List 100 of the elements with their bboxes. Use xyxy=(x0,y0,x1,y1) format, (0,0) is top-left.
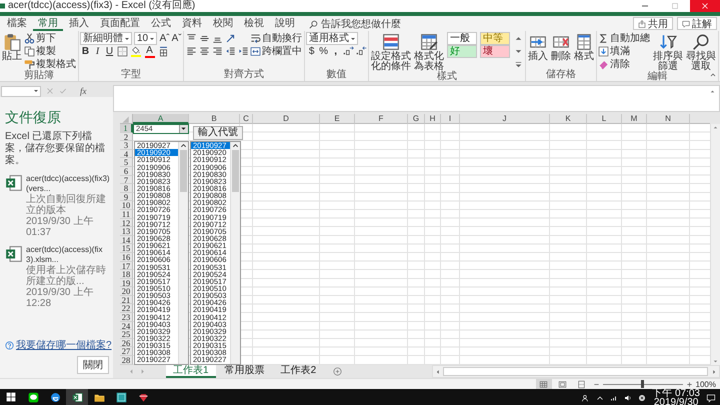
row-header[interactable]: 1 xyxy=(120,124,133,133)
ribbon-button[interactable]: 複製 xyxy=(24,45,57,58)
color-button[interactable]: A xyxy=(143,45,156,58)
row-header[interactable]: 5 xyxy=(120,158,133,167)
column-header[interactable]: H xyxy=(425,114,441,124)
help-link[interactable]: 我要儲存哪一個檔案? xyxy=(16,338,112,352)
scrollbar[interactable] xyxy=(178,142,188,364)
ribbon-button[interactable]: % xyxy=(318,46,330,58)
row-header[interactable]: 28 xyxy=(120,356,133,365)
scroll-right-icon[interactable] xyxy=(711,368,717,374)
ribbon-button[interactable]: 剪下 xyxy=(24,32,57,45)
row-header[interactable]: 20 xyxy=(120,287,133,296)
phonetic-guide-icon[interactable] xyxy=(158,46,168,57)
align-center-icon[interactable] xyxy=(198,46,210,57)
scroll-up-icon[interactable] xyxy=(232,142,239,150)
ribbon-tab[interactable]: 校閱 xyxy=(208,17,238,31)
ribbon-button[interactable]: 格式化為表格 xyxy=(413,32,446,72)
align-left-icon[interactable] xyxy=(186,46,197,57)
outdent-icon[interactable] xyxy=(224,46,236,57)
ribbon-button[interactable]: 填滿 xyxy=(598,45,632,58)
column-header[interactable]: N xyxy=(647,114,690,124)
column-header[interactable]: A xyxy=(133,114,189,124)
chevron-up-icon[interactable] xyxy=(596,394,604,402)
ribbon-button[interactable]: 清除 xyxy=(598,58,632,71)
row-header[interactable]: 23 xyxy=(120,313,133,322)
decrease-decimal-icon[interactable] xyxy=(356,46,367,57)
collapse-ribbon-icon[interactable] xyxy=(709,71,717,79)
cell-style[interactable]: 中等 xyxy=(480,32,510,45)
dropdown-field[interactable]: 10 xyxy=(134,32,158,45)
column-header[interactable]: I xyxy=(441,114,460,124)
column-header[interactable]: C xyxy=(240,114,253,124)
text-angle-icon[interactable] xyxy=(224,33,236,44)
ribbon-button[interactable]: I xyxy=(92,46,103,58)
border-icon[interactable] xyxy=(116,46,128,57)
notification-icon[interactable] xyxy=(706,393,716,403)
row-header[interactable]: 13 xyxy=(120,227,133,236)
column-header[interactable]: G xyxy=(408,114,425,124)
ribbon-button[interactable]: Aˆ xyxy=(159,32,170,44)
comments-button[interactable]: 註解 xyxy=(677,17,717,30)
vertical-scrollbar[interactable] xyxy=(710,124,720,365)
ribbon-tab[interactable]: 檔案 xyxy=(2,17,32,31)
ribbon-tab[interactable]: 插入 xyxy=(64,17,94,31)
scrollbar[interactable] xyxy=(230,142,240,364)
column-header[interactable]: L xyxy=(587,114,622,124)
scrollbar-thumb[interactable] xyxy=(443,367,708,376)
close-button[interactable]: 關閉 xyxy=(77,356,109,374)
cell-style[interactable]: 壞 xyxy=(480,45,510,58)
ribbon-button[interactable]: , xyxy=(330,46,342,58)
row-header[interactable]: 25 xyxy=(120,330,133,339)
ribbon-button[interactable]: 貼上 xyxy=(1,32,23,62)
row-header[interactable]: 27 xyxy=(120,347,133,356)
sheet-tab[interactable]: 工作表1 xyxy=(166,365,216,378)
dropdown-field[interactable]: 通用格式 xyxy=(306,32,358,45)
column-header[interactable]: D xyxy=(253,114,320,124)
row-header[interactable]: 10 xyxy=(120,201,133,210)
ribbon-button[interactable]: Aˇ xyxy=(171,32,182,44)
zoom-in-icon[interactable] xyxy=(686,380,693,388)
list-box[interactable] xyxy=(134,141,189,365)
ribbon-tab[interactable]: 說明 xyxy=(270,17,300,31)
command-button[interactable]: 輸入代號 xyxy=(193,126,243,140)
list-box[interactable] xyxy=(190,141,241,365)
row-header[interactable]: 15 xyxy=(120,244,133,253)
ribbon-button[interactable]: 插入 xyxy=(527,32,550,62)
blocked-icon[interactable] xyxy=(638,394,646,402)
slider-thumb[interactable] xyxy=(641,380,644,388)
increase-decimal-icon[interactable] xyxy=(342,46,354,57)
row-header[interactable]: 18 xyxy=(120,270,133,279)
insert-function-button[interactable]: fx xyxy=(78,86,88,96)
align-right-icon[interactable] xyxy=(212,46,223,57)
ribbon-button[interactable]: B xyxy=(80,46,91,58)
ribbon-button[interactable]: 刪除 xyxy=(550,32,572,62)
search-field[interactable]: 告訴我您想做什麼 xyxy=(321,18,413,30)
column-header[interactable]: F xyxy=(355,114,408,124)
color-button[interactable] xyxy=(129,45,142,58)
ribbon-button[interactable]: $ xyxy=(306,46,318,58)
ribbon-button[interactable]: 複製格式 xyxy=(24,58,77,71)
ribbon-button[interactable]: 設定格式化的條件 xyxy=(370,32,412,72)
ribbon-button[interactable]: 跨欄置中 xyxy=(250,45,304,58)
column-header[interactable]: B xyxy=(189,114,240,124)
ribbon-button[interactable]: 自動加總 xyxy=(598,32,652,45)
network-icon[interactable] xyxy=(610,394,618,402)
sheet-tab[interactable]: 工作表2 xyxy=(274,365,324,378)
dropdown-button[interactable] xyxy=(179,125,188,133)
column-header[interactable]: E xyxy=(320,114,355,124)
cell-style[interactable]: 一般 xyxy=(447,32,478,45)
sheet-tab[interactable]: 常用股票 xyxy=(218,365,272,378)
view-button[interactable] xyxy=(536,379,552,389)
column-header[interactable]: J xyxy=(460,114,550,124)
ribbon-button[interactable]: U xyxy=(104,46,115,58)
share-button[interactable]: 共用 xyxy=(633,17,673,30)
align-middle-icon[interactable] xyxy=(198,33,210,44)
ribbon-button[interactable]: 排序與篩選 xyxy=(652,32,684,72)
scroll-up-icon[interactable] xyxy=(180,142,187,150)
add-sheet-icon[interactable] xyxy=(333,367,342,376)
ribbon-tab[interactable]: 公式 xyxy=(146,17,176,31)
indent-icon[interactable] xyxy=(238,46,249,57)
scrollbar-thumb[interactable] xyxy=(180,150,187,192)
taskbar-button[interactable] xyxy=(66,389,88,405)
horizontal-scrollbar[interactable] xyxy=(432,365,720,378)
ribbon-tab[interactable]: 資料 xyxy=(177,17,207,31)
